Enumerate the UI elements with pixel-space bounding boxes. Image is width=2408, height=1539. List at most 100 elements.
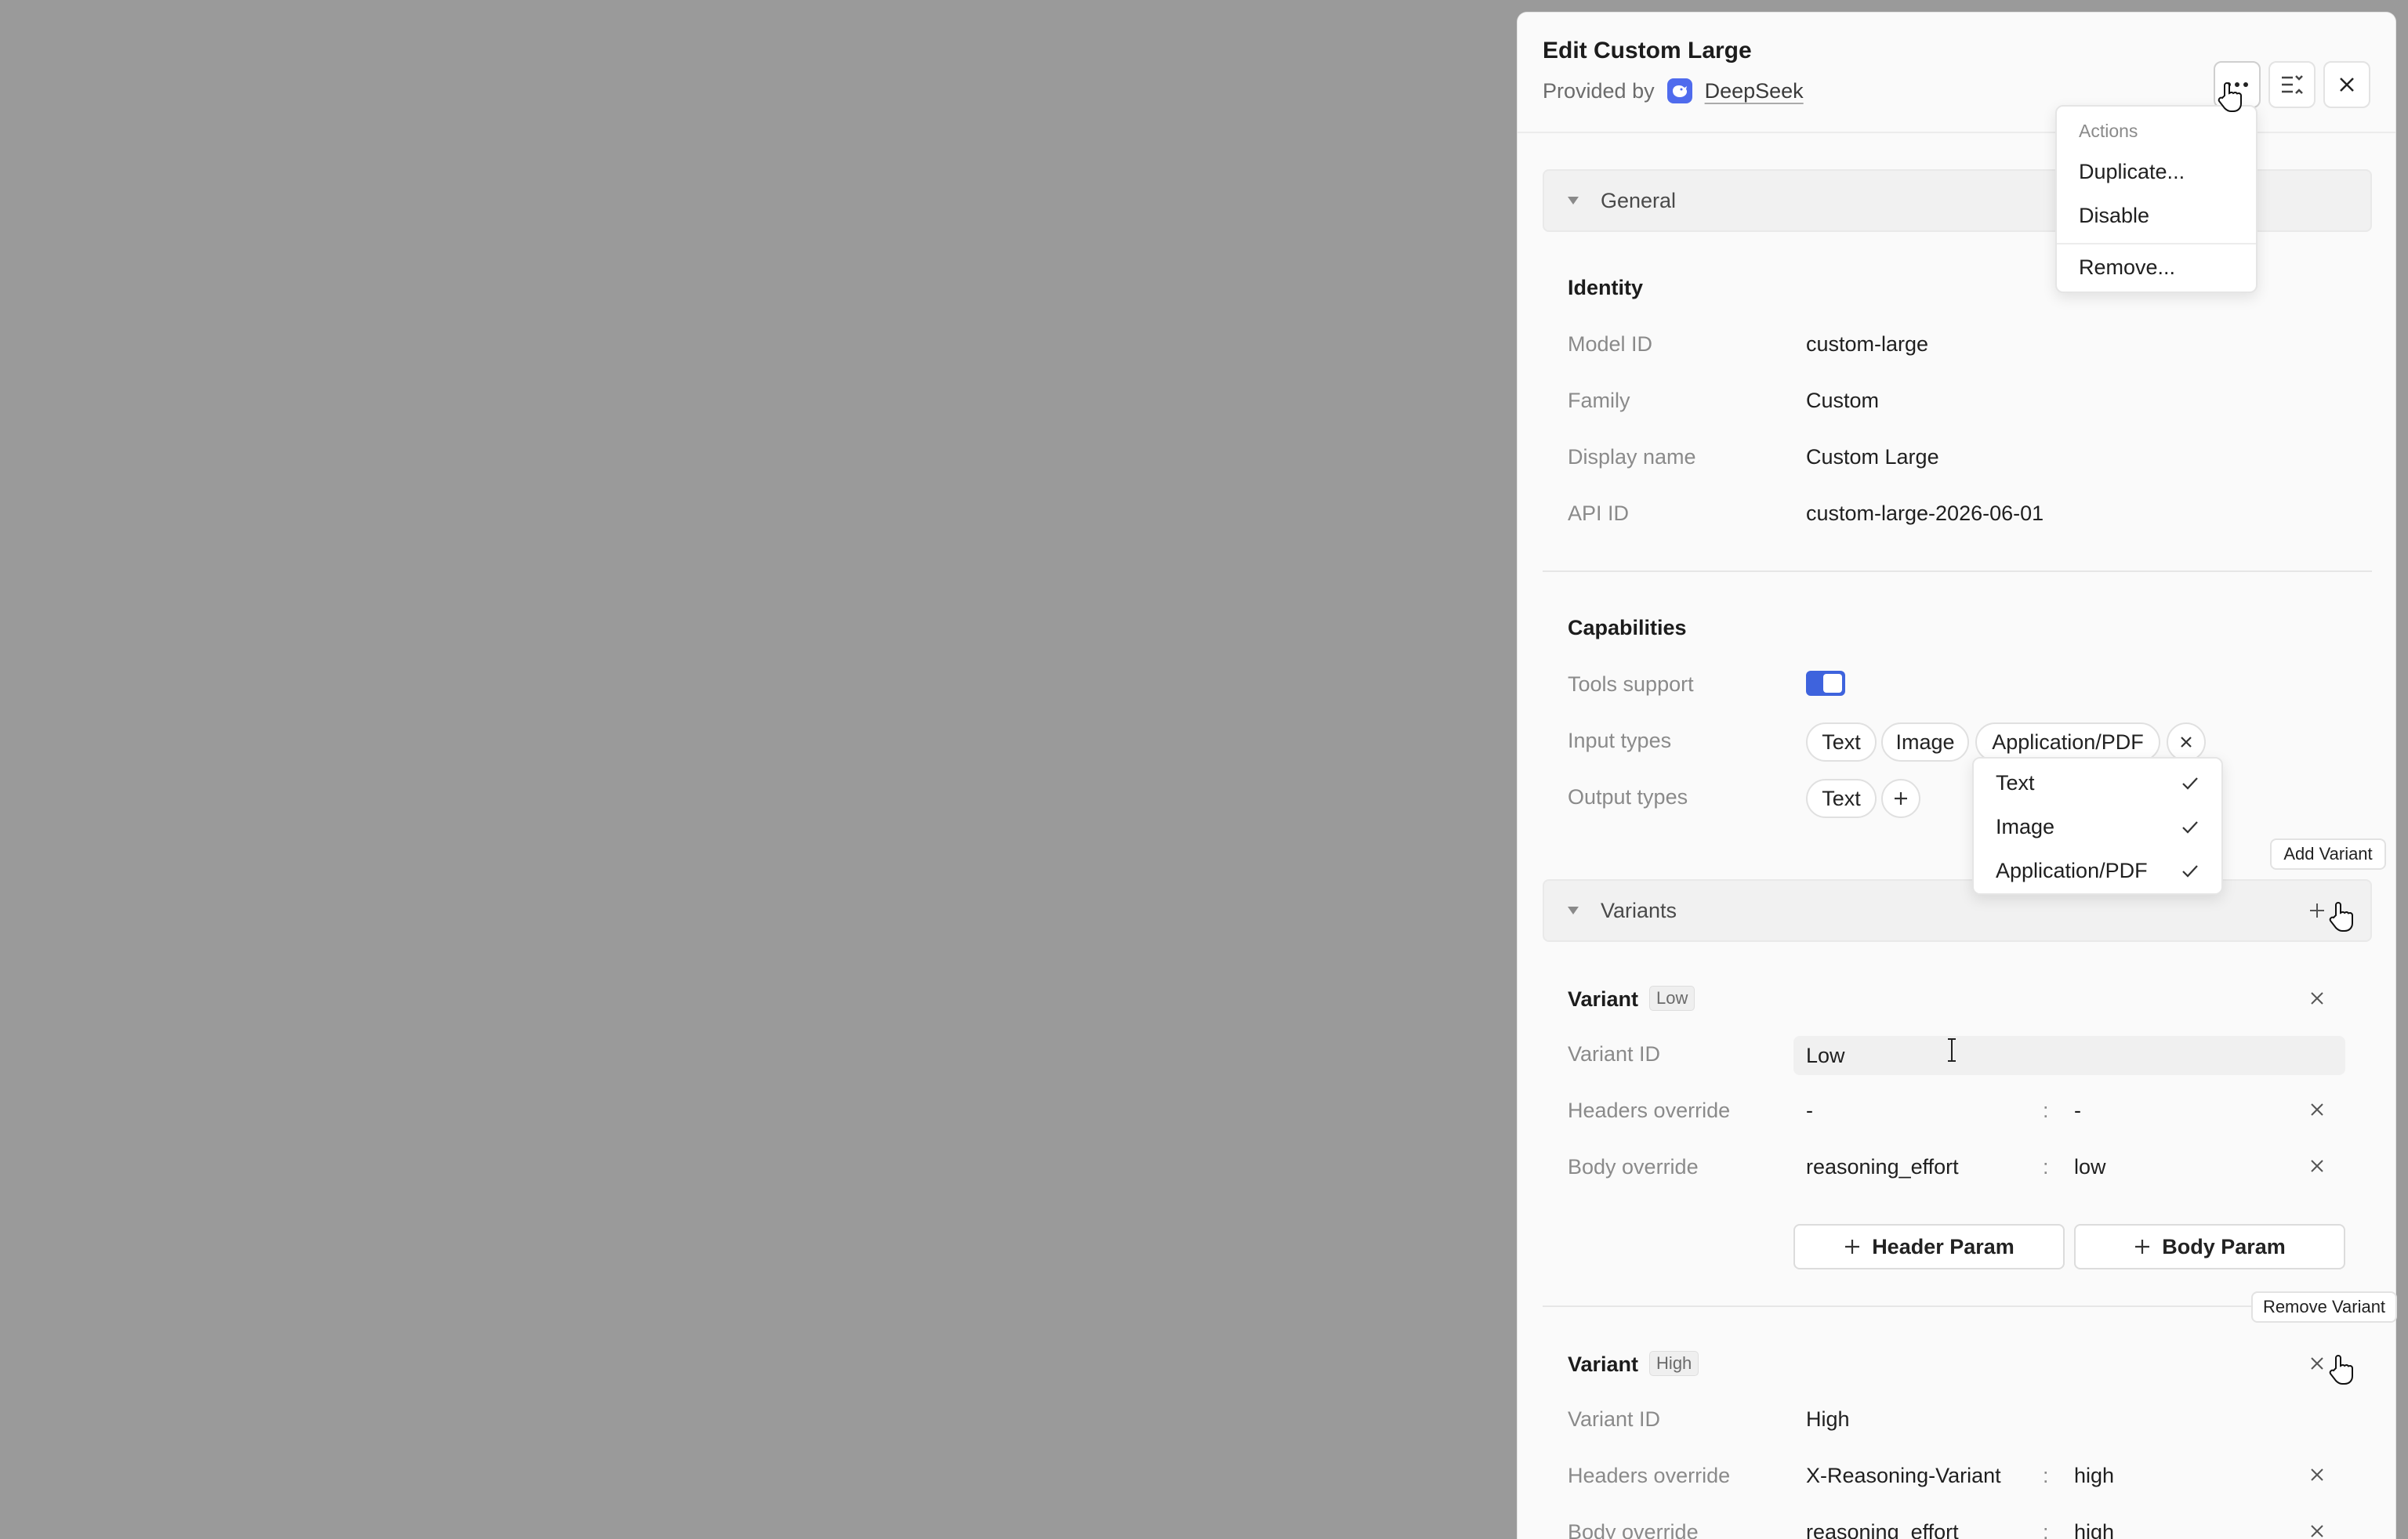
remove-header-button[interactable] (2308, 1100, 2326, 1119)
option-image[interactable]: Image (1996, 815, 2054, 839)
add-header-param-button[interactable]: Header Param (1793, 1224, 2065, 1269)
check-icon (2182, 821, 2198, 834)
caret-down-icon (1568, 907, 1579, 914)
check-icon (2182, 865, 2198, 878)
hand-cursor-icon (2218, 82, 2242, 112)
body-value-input[interactable]: low (2074, 1155, 2106, 1179)
hand-cursor-icon (2329, 902, 2353, 932)
add-variant-tooltip: Add Variant (2270, 838, 2386, 870)
tools-support-toggle[interactable] (1806, 671, 1845, 696)
output-type-chip-text[interactable]: Text (1806, 779, 1877, 818)
close-sheet-button[interactable] (2323, 61, 2370, 108)
menu-item-disable[interactable]: Disable (2079, 204, 2149, 228)
remove-variant-button[interactable] (2308, 989, 2326, 1008)
input-type-chip-image[interactable]: Image (1881, 722, 1969, 762)
menu-separator (2057, 243, 2256, 244)
variant-badge: Low (1649, 986, 1695, 1011)
plus-icon (1895, 792, 1907, 805)
sheet-content: General Identity Model ID custom-large F… (1518, 135, 2395, 1539)
add-output-type-button[interactable] (1881, 779, 1920, 818)
text-cursor-icon (1948, 1038, 1956, 1062)
headers-override-label: Headers override (1568, 1099, 1731, 1122)
close-icon (2311, 1525, 2323, 1537)
variant-badge: High (1649, 1351, 1699, 1376)
family-value[interactable]: Custom (1806, 389, 1879, 413)
input-type-chip-text[interactable]: Text (1806, 722, 1877, 762)
close-icon (2311, 1357, 2323, 1370)
remove-variant-button[interactable] (2308, 1354, 2326, 1373)
tools-support-label: Tools support (1568, 672, 1694, 696)
key-value-separator: : (2043, 1464, 2049, 1487)
clear-input-types-button[interactable] (2167, 722, 2206, 762)
header-param-label: Header Param (1872, 1234, 2015, 1258)
output-types-label: Output types (1568, 785, 1688, 809)
option-text[interactable]: Text (1996, 771, 2035, 795)
display-name-label: Display name (1568, 445, 1696, 469)
header-key-input[interactable]: X-Reasoning-Variant (1806, 1464, 2001, 1488)
close-icon (2311, 1103, 2323, 1116)
variant-low-heading: Variant Low (1568, 986, 1695, 1012)
close-icon (2311, 1160, 2323, 1172)
key-value-separator: : (2043, 1520, 2049, 1539)
plus-icon (2310, 903, 2324, 918)
collapse-all-button[interactable] (2268, 61, 2316, 108)
header-value-input[interactable]: - (2074, 1099, 2081, 1123)
key-value-separator: : (2043, 1155, 2049, 1179)
remove-body-button[interactable] (2308, 1157, 2326, 1175)
variant-id-input[interactable]: Low (1793, 1036, 2345, 1075)
caret-down-icon (1568, 197, 1579, 205)
model-id-value[interactable]: custom-large (1806, 332, 1928, 357)
identity-heading: Identity (1568, 276, 1644, 299)
display-name-value[interactable]: Custom Large (1806, 445, 1939, 469)
sheet-header: Edit Custom Large Provided by DeepSeek (1518, 13, 2395, 133)
capabilities-heading: Capabilities (1568, 616, 1687, 639)
hand-cursor-icon (2329, 1355, 2353, 1385)
remove-header-button[interactable] (2308, 1465, 2326, 1484)
provider-link[interactable]: DeepSeek (1705, 79, 1804, 103)
headers-override-label: Headers override (1568, 1464, 1731, 1487)
actions-menu: Actions Duplicate... Disable Remove... (2055, 105, 2258, 293)
close-icon (2340, 78, 2354, 92)
variant-id-label: Variant ID (1568, 1042, 1661, 1066)
input-type-chip-pdf[interactable]: Application/PDF (1975, 722, 2160, 762)
api-id-value[interactable]: custom-large-2026-06-01 (1806, 502, 2044, 526)
page-title: Edit Custom Large (1543, 38, 1752, 63)
variant-high-heading: Variant High (1568, 1351, 1699, 1377)
close-icon (2311, 992, 2323, 1005)
variant-label: Variant (1568, 987, 1639, 1011)
input-types-label: Input types (1568, 729, 1672, 752)
section-variants-toggle[interactable]: Variants (1543, 879, 2372, 942)
variant-id-label: Variant ID (1568, 1407, 1661, 1431)
family-label: Family (1568, 389, 1630, 412)
api-id-label: API ID (1568, 502, 1630, 525)
collapse-sections-icon (2282, 75, 2303, 94)
body-param-label: Body Param (2162, 1234, 2286, 1258)
remove-body-button[interactable] (2308, 1522, 2326, 1539)
actions-menu-header: Actions (2079, 121, 2138, 141)
provided-by-label: Provided by (1543, 78, 1655, 103)
variant-divider (1543, 1305, 2372, 1307)
toggle-knob (1823, 674, 1842, 693)
check-icon (2182, 777, 2198, 790)
variant-id-value[interactable]: High (1806, 1407, 1850, 1432)
add-body-param-button[interactable]: Body Param (2074, 1224, 2345, 1269)
body-override-label: Body override (1568, 1155, 1699, 1179)
close-icon (2311, 1468, 2323, 1481)
body-key-input[interactable]: reasoning_effort (1806, 1520, 1959, 1539)
remove-variant-tooltip: Remove Variant (2251, 1291, 2397, 1323)
menu-item-remove[interactable]: Remove... (2079, 255, 2175, 280)
close-icon (2181, 737, 2192, 748)
header-key-input[interactable]: - (1806, 1099, 1813, 1123)
body-key-input[interactable]: reasoning_effort (1806, 1155, 1959, 1179)
plus-icon (2135, 1240, 2150, 1254)
add-variant-button[interactable] (2308, 901, 2326, 920)
model-id-label: Model ID (1568, 332, 1653, 356)
provided-by: Provided by DeepSeek (1543, 78, 1804, 103)
menu-item-duplicate[interactable]: Duplicate... (2079, 160, 2185, 184)
body-value-input[interactable]: high (2074, 1520, 2114, 1539)
section-general-label: General (1601, 188, 1677, 212)
variant-label: Variant (1568, 1353, 1639, 1376)
section-divider (1543, 570, 2372, 572)
header-value-input[interactable]: high (2074, 1464, 2114, 1488)
option-pdf[interactable]: Application/PDF (1996, 859, 2148, 883)
